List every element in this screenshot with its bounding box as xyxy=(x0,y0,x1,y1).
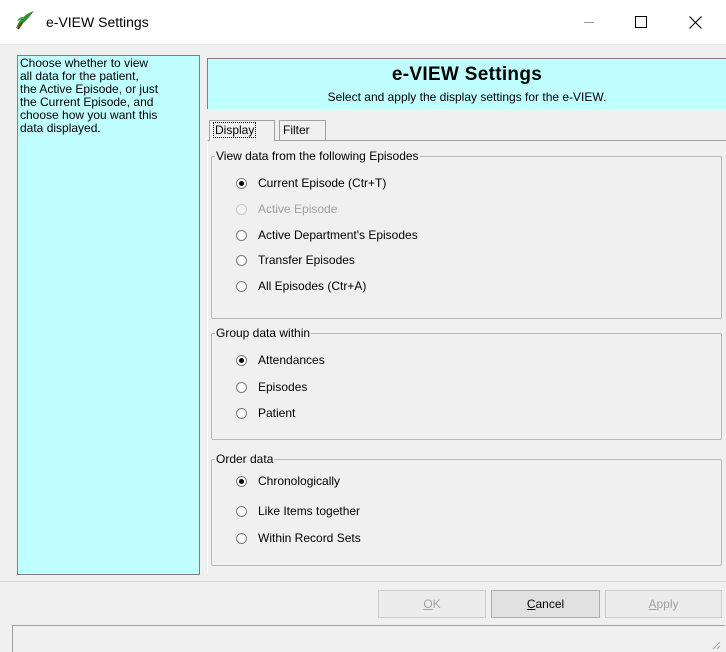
radio-label: Patient xyxy=(258,406,296,420)
radio-active-episode[interactable]: Active Episode xyxy=(236,201,337,217)
settings-header: e-VIEW Settings Select and apply the dis… xyxy=(207,58,726,109)
maximize-icon xyxy=(635,16,647,28)
cancel-button[interactable]: Cancel xyxy=(491,590,600,618)
tab-display[interactable]: Display xyxy=(209,120,275,141)
radio-current-episode[interactable]: Current Episode (Ctr+T) xyxy=(236,175,386,191)
tab-filter-label: Filter xyxy=(283,123,310,137)
radio-label: Active Department's Episodes xyxy=(258,228,418,242)
ok-button[interactable]: OK xyxy=(378,590,486,618)
header-title: e-VIEW Settings xyxy=(391,64,543,85)
apply-mnemonic: A xyxy=(648,597,657,611)
resize-grip-icon[interactable] xyxy=(711,640,721,650)
minimize-icon xyxy=(584,22,594,23)
radio-episodes[interactable]: Episodes xyxy=(236,379,307,395)
ok-mnemonic: O xyxy=(423,597,433,611)
maximize-button[interactable] xyxy=(618,0,664,44)
radio-indicator xyxy=(236,532,247,544)
radio-chronologically[interactable]: Chronologically xyxy=(236,473,340,489)
help-panel: Choose whether to view all data for the … xyxy=(17,55,200,575)
tab-filter[interactable]: Filter xyxy=(279,120,326,141)
apply-label-rest: pply xyxy=(656,597,679,611)
app-logo-icon xyxy=(16,11,34,30)
title-bar: e-VIEW Settings xyxy=(0,0,726,45)
ok-label-rest: K xyxy=(432,597,441,611)
cancel-label-rest: ancel xyxy=(535,597,565,611)
radio-indicator xyxy=(236,280,247,292)
tab-display-label: Display xyxy=(213,122,257,138)
radio-indicator xyxy=(236,229,247,241)
episodes-group-label: View data from the following Episodes xyxy=(215,149,420,163)
radio-indicator xyxy=(236,254,247,266)
close-icon xyxy=(688,15,702,29)
status-bar xyxy=(12,625,725,652)
radio-label: Current Episode (Ctr+T) xyxy=(258,176,387,190)
radio-attendances[interactable]: Attendances xyxy=(236,352,325,368)
radio-label: Like Items together xyxy=(258,504,361,518)
radio-indicator xyxy=(236,381,247,393)
cancel-mnemonic: C xyxy=(526,597,536,611)
radio-patient[interactable]: Patient xyxy=(236,405,295,421)
radio-label: Episodes xyxy=(258,380,308,394)
minimize-button[interactable] xyxy=(566,0,612,44)
header-subtitle: Select and apply the display settings fo… xyxy=(327,90,607,104)
group-data-group-label: Group data within xyxy=(215,326,312,340)
radio-indicator xyxy=(236,354,247,366)
radio-like-items-together[interactable]: Like Items together xyxy=(236,503,360,519)
radio-label: Transfer Episodes xyxy=(258,253,355,267)
close-button[interactable] xyxy=(672,0,718,44)
radio-indicator xyxy=(236,407,247,419)
divider xyxy=(0,581,726,582)
radio-indicator xyxy=(236,177,247,189)
radio-all-episodes[interactable]: All Episodes (Ctr+A) xyxy=(236,278,366,294)
apply-button[interactable]: Apply xyxy=(605,590,722,618)
order-data-group-label: Order data xyxy=(215,452,275,466)
radio-transfer-episodes[interactable]: Transfer Episodes xyxy=(236,252,355,268)
radio-label: Chronologically xyxy=(258,474,341,488)
radio-active-departments-episodes[interactable]: Active Department's Episodes xyxy=(236,227,418,243)
radio-indicator xyxy=(236,203,247,215)
radio-label: All Episodes (Ctr+A) xyxy=(258,279,367,293)
radio-label: Active Episode xyxy=(258,202,338,216)
radio-within-record-sets[interactable]: Within Record Sets xyxy=(236,530,361,546)
radio-label: Attendances xyxy=(258,353,325,367)
help-text: Choose whether to view all data for the … xyxy=(20,56,159,135)
radio-label: Within Record Sets xyxy=(258,531,361,545)
radio-indicator xyxy=(236,505,247,517)
window-title: e-VIEW Settings xyxy=(46,14,149,30)
radio-indicator xyxy=(236,475,247,487)
